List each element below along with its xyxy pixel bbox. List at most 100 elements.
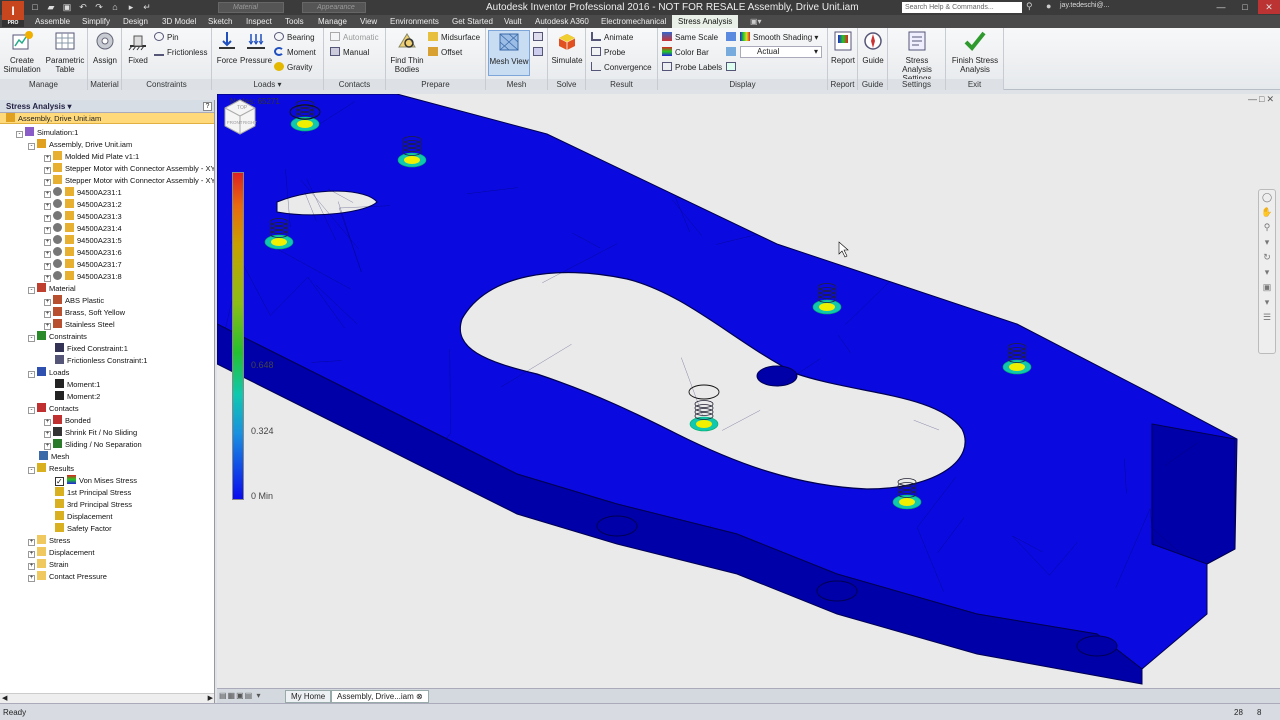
tree-item[interactable]: - Contacts bbox=[28, 403, 79, 415]
fixed-button[interactable]: Fixed bbox=[124, 30, 152, 65]
tree-item[interactable]: +94500A231:5 bbox=[44, 235, 122, 247]
tree-item[interactable]: + Stainless Steel bbox=[44, 319, 115, 331]
tree-item[interactable]: 1st Principal Stress bbox=[44, 487, 131, 499]
tree-item[interactable]: + Stepper Motor with Connector Assembly -… bbox=[44, 175, 214, 187]
steering-wheel-icon[interactable]: ◯ bbox=[1259, 190, 1275, 205]
collapse-icon[interactable]: - bbox=[28, 371, 35, 378]
collapse-icon[interactable]: - bbox=[28, 467, 35, 474]
expand-icon[interactable]: + bbox=[44, 227, 51, 234]
expand-icon[interactable]: + bbox=[44, 311, 51, 318]
document-layout-icons[interactable]: ▤▦▣▤ ▾ bbox=[219, 691, 261, 700]
tree-item[interactable]: +94500A231:8 bbox=[44, 271, 122, 283]
tab-assemble[interactable]: Assemble bbox=[29, 15, 76, 28]
tree-item[interactable]: + Bonded bbox=[44, 415, 91, 427]
tree-item[interactable]: - Simulation:1 bbox=[16, 127, 78, 139]
probe-labels-button[interactable]: Probe Labels bbox=[662, 62, 722, 74]
material-combo[interactable]: Material bbox=[218, 2, 284, 13]
home-icon[interactable]: ⌂ bbox=[110, 2, 120, 13]
tree-item[interactable]: - Results bbox=[28, 463, 74, 475]
expand-icon[interactable]: + bbox=[28, 563, 35, 570]
redo-icon[interactable]: ↷ bbox=[94, 2, 104, 13]
doc-tab-assembly[interactable]: Assembly, Drive...iam ⊗ bbox=[331, 690, 429, 703]
expand-icon[interactable]: + bbox=[28, 575, 35, 582]
tab-tools[interactable]: Tools bbox=[279, 15, 310, 28]
automatic-contacts-button[interactable]: Automatic bbox=[330, 32, 379, 44]
tab-sketch[interactable]: Sketch bbox=[202, 15, 238, 28]
frictionless-button[interactable]: Frictionless bbox=[154, 47, 207, 59]
midsurface-button[interactable]: Midsurface bbox=[428, 32, 480, 44]
return-icon[interactable]: ↵ bbox=[142, 2, 152, 13]
expand-icon[interactable]: + bbox=[44, 275, 51, 282]
undo-icon[interactable]: ↶ bbox=[78, 2, 88, 13]
orbit-icon[interactable]: ↻ bbox=[1259, 250, 1275, 265]
collapse-icon[interactable]: - bbox=[28, 407, 35, 414]
new-icon[interactable]: □ bbox=[30, 2, 40, 13]
simulate-button[interactable]: Simulate bbox=[550, 30, 584, 65]
tab-autodesk-a360[interactable]: Autodesk A360 bbox=[529, 15, 595, 28]
tree-item[interactable]: + Shrink Fit / No Sliding bbox=[44, 427, 137, 439]
report-button[interactable]: Report bbox=[830, 30, 856, 65]
tree-item[interactable]: + Brass, Soft Yellow bbox=[44, 307, 125, 319]
select-icon[interactable]: ▸ bbox=[126, 2, 136, 13]
tab-environments[interactable]: Environments bbox=[384, 15, 445, 28]
tab-inspect[interactable]: Inspect bbox=[240, 15, 278, 28]
boundary-conditions-icon[interactable] bbox=[726, 62, 739, 74]
convergence-button[interactable]: Convergence bbox=[591, 62, 652, 74]
tree-item[interactable]: - Constraints bbox=[28, 331, 87, 343]
tree-item[interactable]: + Molded Mid Plate v1:1 bbox=[44, 151, 139, 163]
viewcube-front-face[interactable]: FRONT bbox=[227, 120, 243, 125]
animate-button[interactable]: Animate bbox=[591, 32, 633, 44]
expand-icon[interactable]: + bbox=[44, 167, 51, 174]
zoom-icon[interactable]: ⚲ bbox=[1259, 220, 1275, 235]
collapse-icon[interactable]: - bbox=[16, 131, 23, 138]
tree-item[interactable]: + ABS Plastic bbox=[44, 295, 104, 307]
deformation-icon[interactable] bbox=[726, 47, 739, 59]
manual-contacts-button[interactable]: Manual bbox=[330, 47, 369, 59]
collapse-icon[interactable]: - bbox=[28, 287, 35, 294]
expand-icon[interactable]: + bbox=[44, 179, 51, 186]
tree-item[interactable]: Safety Factor bbox=[44, 523, 112, 535]
close-icon[interactable]: ✕ bbox=[1258, 0, 1280, 14]
viewport-window-controls[interactable]: —□✕ bbox=[1248, 94, 1276, 105]
tab-manage[interactable]: Manage bbox=[312, 15, 353, 28]
tree-item[interactable]: + Stress bbox=[28, 535, 70, 547]
tree-item[interactable]: +94500A231:4 bbox=[44, 223, 122, 235]
collapse-icon[interactable]: - bbox=[28, 335, 35, 342]
tree-item[interactable]: +94500A231:2 bbox=[44, 199, 122, 211]
tree-item[interactable]: - Assembly, Drive Unit.iam bbox=[28, 139, 132, 151]
expand-icon[interactable]: + bbox=[28, 551, 35, 558]
browser-help-button[interactable]: ? bbox=[203, 102, 212, 111]
browser-header[interactable]: Stress Analysis ▾ bbox=[0, 100, 214, 113]
expand-icon[interactable]: + bbox=[44, 263, 51, 270]
expand-icon[interactable]: + bbox=[44, 191, 51, 198]
search-icon[interactable]: ⚲ bbox=[1026, 1, 1033, 12]
tree-item[interactable]: Displacement bbox=[44, 511, 112, 523]
user-icon[interactable]: ● bbox=[1046, 1, 1051, 11]
viewcube[interactable]: TOP FRONT RIGHT bbox=[217, 94, 263, 140]
viewcube-right-face[interactable]: RIGHT bbox=[243, 120, 257, 125]
look-at-icon[interactable]: ▣ bbox=[1259, 280, 1275, 295]
appearance-combo[interactable]: Appearance bbox=[302, 2, 366, 13]
expand-icon[interactable]: + bbox=[44, 215, 51, 222]
tree-root[interactable]: Assembly, Drive Unit.iam bbox=[0, 113, 214, 124]
help-search-input[interactable]: Search Help & Commands... bbox=[902, 2, 1022, 13]
expand-icon[interactable]: + bbox=[44, 299, 51, 306]
tree-item[interactable]: + Contact Pressure bbox=[28, 571, 107, 583]
minimize-icon[interactable]: — bbox=[1210, 0, 1232, 14]
assign-button[interactable]: Assign bbox=[90, 30, 120, 65]
tab-vault[interactable]: Vault bbox=[498, 15, 528, 28]
tree-item[interactable]: + Strain bbox=[28, 559, 69, 571]
tab-view[interactable]: View bbox=[354, 15, 383, 28]
expand-icon[interactable]: + bbox=[44, 419, 51, 426]
offset-button[interactable]: Offset bbox=[428, 47, 462, 59]
find-thin-bodies-button[interactable]: Find Thin Bodies bbox=[388, 30, 426, 74]
pressure-button[interactable]: Pressure bbox=[240, 30, 272, 65]
expand-icon[interactable]: + bbox=[44, 203, 51, 210]
tree-item[interactable]: +94500A231:1 bbox=[44, 187, 122, 199]
expand-icon[interactable]: + bbox=[44, 323, 51, 330]
mesh-settings-button[interactable] bbox=[533, 32, 546, 44]
orbit-dropdown-icon[interactable]: ▾ bbox=[1259, 265, 1275, 280]
app-menu-button[interactable]: I PRO bbox=[2, 1, 24, 27]
expand-icon[interactable]: + bbox=[44, 443, 51, 450]
parametric-table-button[interactable]: Parametric Table bbox=[44, 30, 86, 74]
